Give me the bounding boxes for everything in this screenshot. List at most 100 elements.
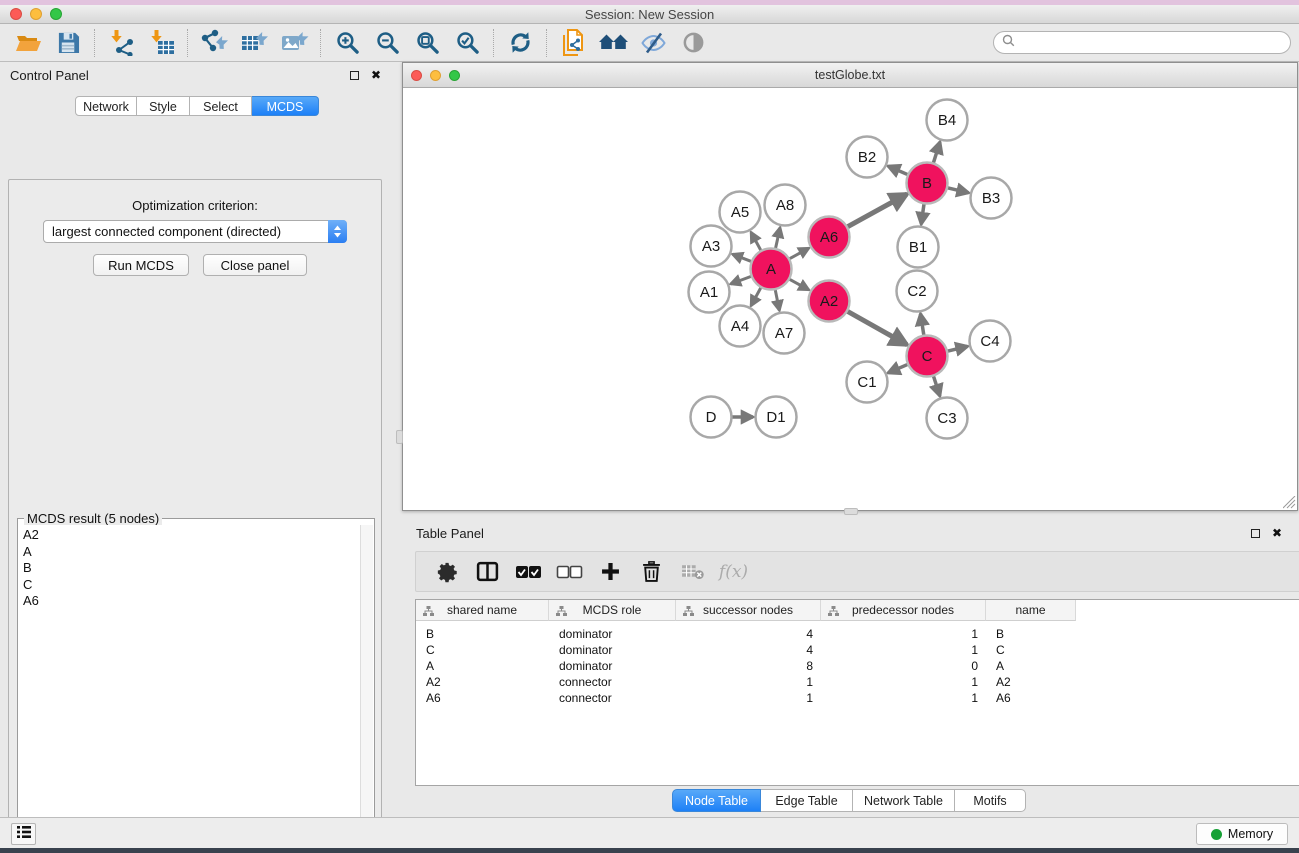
column-header-predecessor-nodes[interactable]: predecessor nodes [821,600,986,621]
graph-edge-B-B4[interactable] [933,142,940,164]
graph-edge-A6-B[interactable] [847,194,907,227]
tab-mcds[interactable]: MCDS [252,96,319,116]
zoom-fit-icon[interactable] [407,27,447,59]
tab-node-table[interactable]: Node Table [672,789,761,812]
column-header-name[interactable]: name [986,600,1076,621]
graph-edge-A-A8[interactable] [775,228,780,250]
graph-node-A3[interactable]: A3 [691,226,732,267]
graph-node-A1[interactable]: A1 [689,272,730,313]
import-table-icon[interactable] [141,27,181,59]
column-header-successor-nodes[interactable]: successor nodes [676,600,821,621]
export-network-icon[interactable] [194,27,234,59]
mcds-result-item[interactable]: A6 [23,593,361,610]
close-panel-button[interactable]: Close panel [203,254,307,276]
run-mcds-button[interactable]: Run MCDS [93,254,189,276]
home-network-icon[interactable] [593,27,633,59]
graph-node-C3[interactable]: C3 [927,398,968,439]
function-builder-icon[interactable]: f(x) [715,555,752,589]
maximize-window-button[interactable] [50,8,62,20]
graph-node-B1[interactable]: B1 [898,227,939,268]
graph-node-B[interactable]: B [907,163,948,204]
graph-node-A6[interactable]: A6 [809,217,850,258]
graph-edge-C-C3[interactable] [933,376,940,397]
show-details-icon[interactable] [673,27,713,59]
export-table-icon[interactable] [234,27,274,59]
graph-node-B2[interactable]: B2 [847,137,888,178]
graph-node-C[interactable]: C [907,336,948,377]
import-network-icon[interactable] [101,27,141,59]
optimization-criterion-select[interactable]: largest connected component (directed) [43,220,347,243]
graph-node-A7[interactable]: A7 [764,313,805,354]
hide-details-icon[interactable] [633,27,673,59]
columns-icon[interactable] [469,555,506,589]
column-header-shared-name[interactable]: shared name [416,600,549,621]
unselect-all-icon[interactable] [551,555,588,589]
tab-network[interactable]: Network [75,96,137,116]
tab-motifs[interactable]: Motifs [955,789,1026,812]
splitter-handle-bottom[interactable] [844,508,858,515]
graph-edge-B-B2[interactable] [888,166,908,175]
memory-button[interactable]: Memory [1196,823,1288,845]
graph-edge-C-C4[interactable] [947,346,968,351]
zoom-out-icon[interactable] [367,27,407,59]
graph-node-B3[interactable]: B3 [971,178,1012,219]
mcds-result-list[interactable]: A2ABCA6 [19,525,361,853]
duplicate-network-icon[interactable] [553,27,593,59]
graph-edge-A-A7[interactable] [775,289,779,310]
task-history-button[interactable] [11,823,36,845]
tab-select[interactable]: Select [190,96,252,116]
graph-edge-A-A3[interactable] [733,254,752,262]
refresh-layout-icon[interactable] [500,27,540,59]
close-panel-icon[interactable]: ✖ [368,67,384,83]
zoom-in-icon[interactable] [327,27,367,59]
graph-node-D[interactable]: D [691,397,732,438]
graph-node-C4[interactable]: C4 [970,321,1011,362]
graph-node-A2[interactable]: A2 [809,281,850,322]
splitter-handle-left[interactable] [396,430,403,444]
close-window-button[interactable] [10,8,22,20]
graph-edge-A-A1[interactable] [731,276,752,284]
graph-node-A8[interactable]: A8 [765,185,806,226]
column-header-MCDS-role[interactable]: MCDS role [549,600,676,621]
table-settings-icon[interactable] [428,555,465,589]
graph-node-C1[interactable]: C1 [847,362,888,403]
search-box[interactable] [993,31,1291,54]
open-file-icon[interactable] [8,27,48,59]
tab-network-table[interactable]: Network Table [853,789,955,812]
graph-node-A4[interactable]: A4 [720,306,761,347]
resize-grip-icon[interactable] [1283,496,1296,509]
graph-edge-A-A5[interactable] [751,232,761,251]
network-canvas[interactable]: B4B2BB3A8A5A6A3B1AC2A1A2A4A7C4CC1DC3D1 [403,88,1297,510]
graph-edge-B-B3[interactable] [947,188,969,193]
table-row[interactable]: Adominator80A [416,658,1076,674]
mcds-result-item[interactable]: B [23,560,361,577]
table-row[interactable]: Bdominator41B [416,626,1076,642]
tab-style[interactable]: Style [137,96,190,116]
select-all-icon[interactable] [510,555,547,589]
mcds-result-scrollbar[interactable] [360,525,373,853]
mcds-result-item[interactable]: A [23,544,361,561]
table-row[interactable]: A2connector11A2 [416,674,1076,690]
add-column-icon[interactable] [592,555,629,589]
graph-edge-C-C1[interactable] [888,364,908,373]
table-row[interactable]: A6connector11A6 [416,690,1076,706]
graph-node-A[interactable]: A [751,249,792,290]
network-window-titlebar[interactable]: testGlobe.txt [403,63,1297,88]
graph-edge-A2-C[interactable] [847,311,907,345]
mcds-result-item[interactable]: A2 [23,527,361,544]
graph-node-B4[interactable]: B4 [927,100,968,141]
mcds-result-item[interactable]: C [23,577,361,594]
graph-node-A5[interactable]: A5 [720,192,761,233]
zoom-selected-icon[interactable] [447,27,487,59]
export-image-icon[interactable] [274,27,314,59]
graph-edge-B-B1[interactable] [921,203,924,224]
delete-column-icon[interactable] [633,555,670,589]
save-session-icon[interactable] [48,27,88,59]
tab-edge-table[interactable]: Edge Table [761,789,853,812]
delete-table-icon[interactable] [674,555,711,589]
table-row[interactable]: Cdominator41C [416,642,1076,658]
graph-edge-A-A6[interactable] [789,248,809,259]
float-table-panel-icon[interactable] [1247,525,1263,541]
float-panel-icon[interactable] [346,67,362,83]
graph-node-D1[interactable]: D1 [756,397,797,438]
